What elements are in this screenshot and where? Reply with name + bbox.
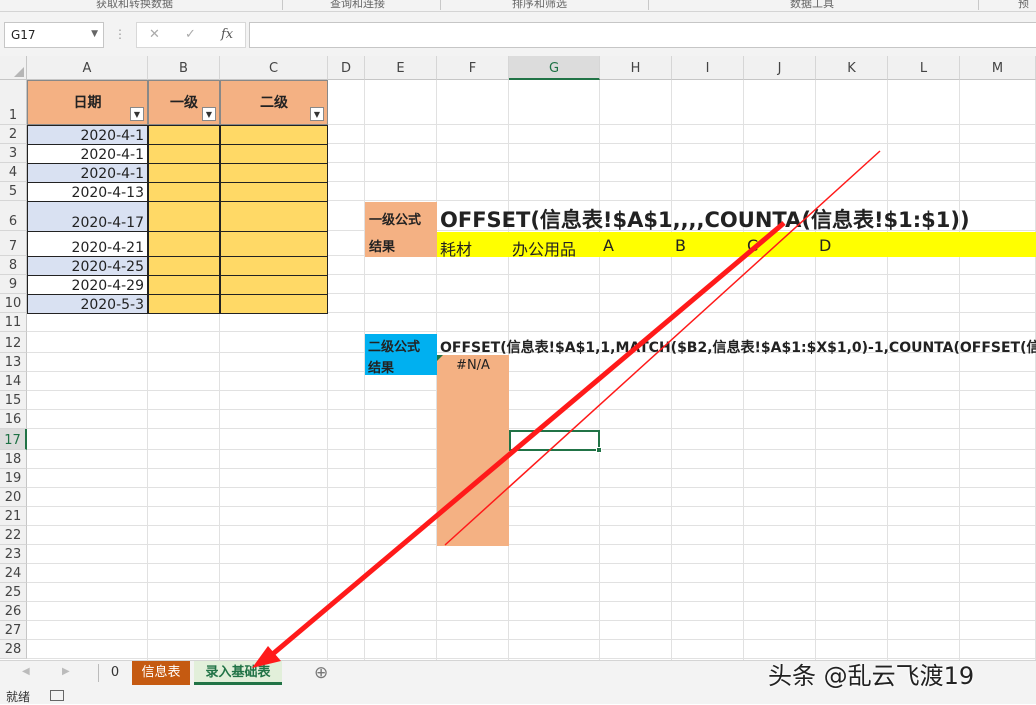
date-cell[interactable]: 2020-4-13 — [27, 182, 148, 202]
level2-input-cell[interactable] — [220, 275, 328, 295]
level2-input-cell[interactable] — [220, 294, 328, 314]
table-header-level2[interactable]: 二级 ▼ — [220, 80, 328, 125]
chevron-down-icon[interactable]: ▼ — [91, 29, 98, 39]
fill-handle[interactable] — [596, 447, 602, 453]
level1-result-3[interactable]: A — [603, 236, 614, 255]
level2-input-cell[interactable] — [220, 163, 328, 183]
level2-formula-label[interactable]: 二级公式 — [365, 334, 437, 355]
prev-sheet-icon[interactable]: ◀ — [22, 666, 30, 677]
level1-input-cell[interactable] — [148, 163, 220, 183]
date-cell[interactable]: 2020-4-1 — [27, 125, 148, 145]
level2-input-cell[interactable] — [220, 144, 328, 164]
formula-buttons: ✕ ✓ fx — [136, 22, 246, 48]
formula-input[interactable] — [249, 22, 1036, 48]
level2-input-cell[interactable] — [220, 201, 328, 232]
level2-result-range — [437, 355, 509, 546]
date-cell[interactable]: 2020-4-1 — [27, 163, 148, 183]
level1-formula-text[interactable]: OFFSET(信息表!$A$1,,,,COUNTA(信息表!$1:$1)) — [440, 204, 970, 234]
active-cell-selection[interactable] — [509, 430, 600, 451]
level1-input-cell[interactable] — [148, 294, 220, 314]
level1-input-cell[interactable] — [148, 231, 220, 257]
check-icon[interactable]: ✓ — [185, 27, 196, 42]
divider — [98, 664, 99, 682]
level1-result-6[interactable]: D — [819, 236, 831, 255]
level1-input-cell[interactable] — [148, 125, 220, 145]
tab-entry-sheet[interactable]: 录入基础表 — [194, 661, 282, 685]
date-cell[interactable]: 2020-5-3 — [27, 294, 148, 314]
filter-dropdown-icon[interactable]: ▼ — [130, 107, 144, 121]
name-box[interactable]: G17 ▼ — [4, 22, 104, 48]
cells: 日期 ▼ 一级 ▼ 二级 ▼ 2020-4-1 2020-4-1 2020-4-1 2… — [0, 56, 1036, 660]
ribbon-separator — [440, 0, 441, 10]
formula-bar: G17 ▼ ⋮ ✕ ✓ fx — [0, 12, 1036, 56]
ribbon-group-queries: 查询和连接 — [330, 0, 385, 10]
header-label: 二级 — [260, 95, 288, 111]
ribbon-separator — [282, 0, 283, 10]
ribbon-group-get-data: 获取和转换数据 — [96, 0, 173, 10]
ribbon-separator — [978, 0, 979, 10]
ribbon-group-sort-filter: 排序和筛选 — [512, 0, 567, 10]
level2-input-cell[interactable] — [220, 256, 328, 276]
tab-info-sheet[interactable]: 信息表 — [132, 661, 190, 685]
date-cell[interactable]: 2020-4-21 — [27, 231, 148, 257]
ribbon-separator — [648, 0, 649, 10]
date-cell[interactable]: 2020-4-1 — [27, 144, 148, 164]
date-cell[interactable]: 2020-4-29 — [27, 275, 148, 295]
level2-input-cell[interactable] — [220, 231, 328, 257]
status-ready: 就绪 — [6, 690, 31, 704]
name-box-value: G17 — [11, 28, 36, 42]
level1-input-cell[interactable] — [148, 275, 220, 295]
add-sheet-icon[interactable]: ⊕ — [314, 663, 328, 683]
date-cell[interactable]: 2020-4-25 — [27, 256, 148, 276]
next-sheet-icon[interactable]: ▶ — [62, 666, 70, 677]
level2-result-label[interactable]: 结果 — [365, 355, 437, 376]
worksheet-grid[interactable]: ABCDEFGHIJKLM 1 2 3 4 5 6 7 8 9 10 11 12 13 14 15 16 17 1… — [0, 56, 1036, 660]
level1-input-cell[interactable] — [148, 201, 220, 232]
level1-input-cell[interactable] — [148, 256, 220, 276]
filter-dropdown-icon[interactable]: ▼ — [202, 107, 216, 121]
ribbon-group-forecast: 预 — [1018, 0, 1029, 10]
level1-result-1[interactable]: 耗材 — [440, 236, 472, 260]
level2-input-cell[interactable] — [220, 182, 328, 202]
filter-dropdown-icon[interactable]: ▼ — [310, 107, 324, 121]
watermark: 头条 @乱云飞渡19 — [768, 662, 975, 690]
header-label: 一级 — [170, 95, 198, 111]
level1-result-label[interactable]: 结果 — [365, 232, 437, 257]
more-icon[interactable]: ⋮ — [114, 27, 126, 41]
insert-function-icon[interactable]: fx — [221, 27, 233, 42]
tab-sheet-0[interactable]: 0 — [102, 661, 128, 685]
level1-input-cell[interactable] — [148, 144, 220, 164]
ribbon-group-data-tools: 数据工具 — [790, 0, 834, 10]
ribbon-group-labels: 获取和转换数据 查询和连接 排序和筛选 数据工具 预 — [0, 0, 1036, 12]
level1-result-4[interactable]: B — [675, 236, 686, 255]
table-header-level1[interactable]: 一级 ▼ — [148, 80, 220, 125]
level1-result-5[interactable]: C — [747, 236, 758, 255]
macro-record-icon[interactable] — [50, 690, 64, 701]
level1-formula-label[interactable]: 一级公式 — [365, 202, 437, 232]
level2-result-value[interactable]: #N/A — [437, 358, 509, 373]
header-label: 日期 — [73, 95, 102, 111]
level1-result-2[interactable]: 办公用品 — [512, 236, 576, 260]
table-header-date[interactable]: 日期 ▼ — [27, 80, 148, 125]
level1-input-cell[interactable] — [148, 182, 220, 202]
date-cell[interactable]: 2020-4-17 — [27, 201, 148, 232]
level2-formula-text[interactable]: OFFSET(信息表!$A$1,1,MATCH($B2,信息表!$A$1:$X$… — [440, 337, 1036, 357]
level2-input-cell[interactable] — [220, 125, 328, 145]
cancel-icon[interactable]: ✕ — [149, 27, 160, 42]
